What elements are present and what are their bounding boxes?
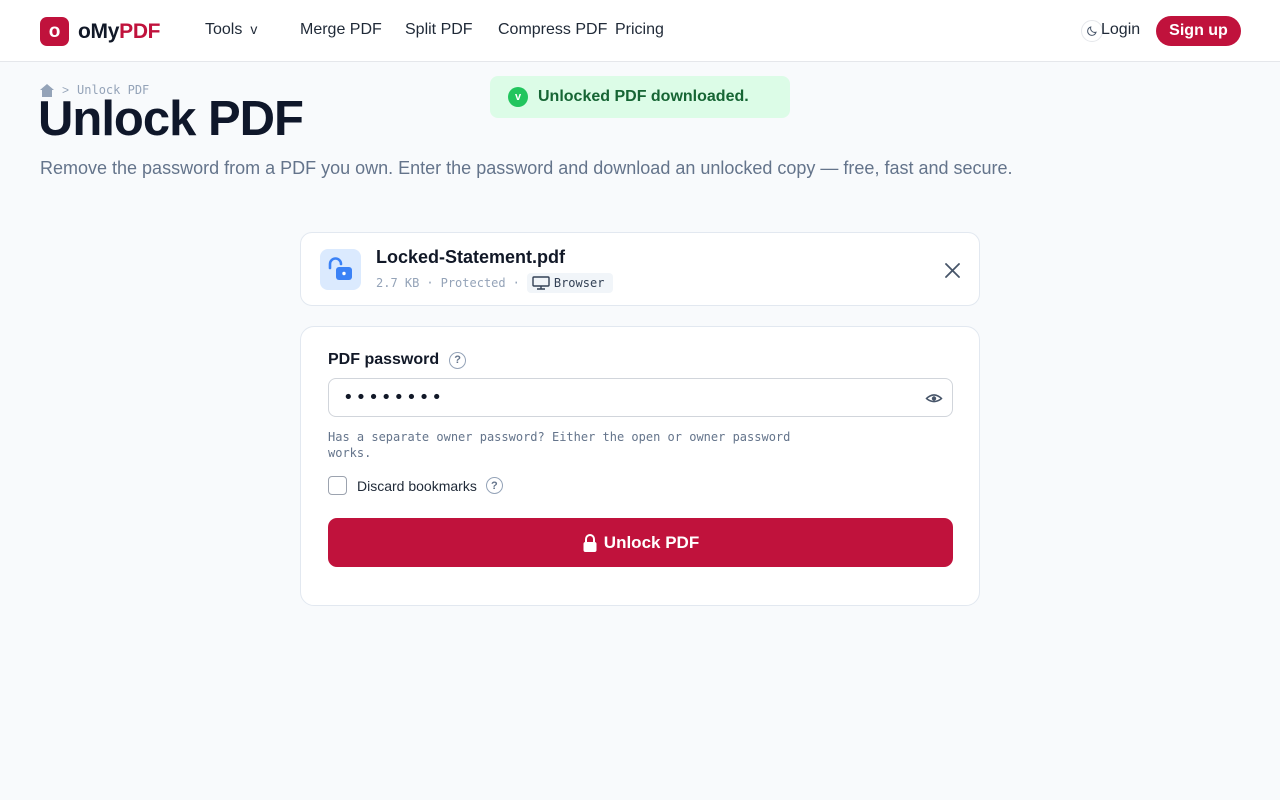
password-input[interactable] [328,378,953,417]
password-hint: Has a separate owner password? Either th… [328,430,791,460]
unlock-pdf-button[interactable]: Unlock PDF [328,518,953,567]
unlock-pdf-label: Unlock PDF [603,532,700,552]
nav-pricing[interactable]: Pricing [615,21,664,39]
unlocked-padlock-icon [320,249,361,290]
password-label: PDF password [328,351,440,368]
help-icon[interactable]: ? [485,477,503,494]
check-icon: v [508,87,528,107]
discard-bookmarks-row: Discard bookmarks ? [328,476,503,495]
nav-tools-dropdown[interactable]: Tools v [205,21,257,39]
nav-compress-pdf[interactable]: Compress PDF [498,21,607,39]
logo-text: oMyPDF [78,19,161,44]
nav-tools-label: Tools [205,21,243,38]
login-link[interactable]: Login [1101,21,1140,39]
logo-badge: o [40,17,69,46]
logo-text-prefix: oMy [78,19,120,43]
logo-text-accent: PDF [119,19,161,43]
success-toast: v Unlocked PDF downloaded. [490,76,790,118]
close-icon [944,262,960,278]
nav-split-pdf[interactable]: Split PDF [405,21,473,39]
toggle-password-visibility-button[interactable] [924,389,944,407]
page-title: Unlock PDF [38,92,304,146]
nav-merge-pdf[interactable]: Merge PDF [300,21,382,39]
file-meta: 2.7 KB · Protected · Browser [376,273,614,293]
file-card: Locked-Statement.pdf 2.7 KB · Protected … [300,232,980,306]
discard-bookmarks-checkbox[interactable] [328,476,347,495]
file-status: Protected [440,276,506,290]
chevron-down-icon: v [250,21,258,37]
source-badge: Browser [526,273,614,293]
toast-message: Unlocked PDF downloaded. [538,88,749,105]
theme-toggle-button[interactable] [1081,20,1103,42]
file-size: 2.7 KB [376,276,420,290]
file-name: Locked-Statement.pdf [376,247,566,267]
remove-file-button[interactable] [941,259,963,281]
help-icon[interactable]: ? [449,351,467,369]
discard-bookmarks-label[interactable]: Discard bookmarks [357,478,477,494]
signup-button[interactable]: Sign up [1156,16,1241,46]
logo[interactable]: o oMyPDF [40,17,161,46]
source-label: Browser [553,276,605,290]
meta-separator: · [426,276,434,290]
unlock-form-card: PDF password ? Has a separate owner pass… [300,326,980,606]
moon-icon [1087,26,1097,36]
lock-icon [583,533,597,552]
password-field-wrapper [328,378,953,417]
eye-icon [925,394,943,403]
top-navigation-bar: o oMyPDF Tools v Merge PDF Split PDF Comp… [0,0,1280,62]
meta-separator: · [512,276,520,290]
page-subtitle: Remove the password from a PDF you own. … [40,158,1013,178]
monitor-icon [532,276,550,290]
password-label-row: PDF password ? [328,351,467,369]
